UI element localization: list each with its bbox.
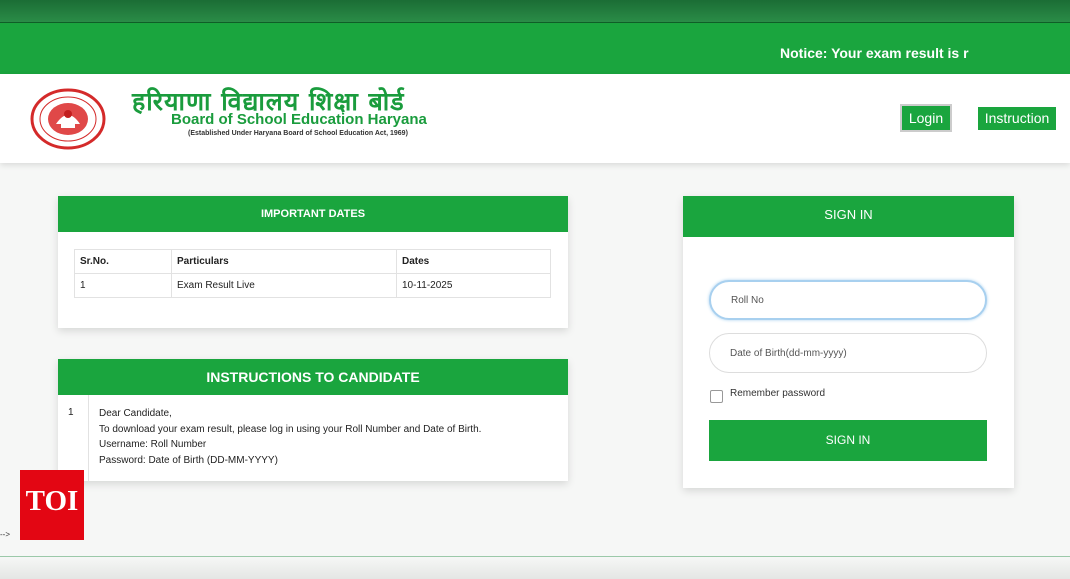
english-board-title: Board of School Education Haryana: [171, 111, 427, 128]
instruction-line: Password: Date of Birth (DD-MM-YYYY): [99, 454, 278, 466]
site-header: हरियाणा विद्यालय शिक्षा बोर्ड Board of S…: [0, 74, 1070, 163]
login-button[interactable]: Login: [900, 104, 952, 132]
signin-card: SIGN IN Remember password SIGN IN: [683, 196, 1014, 488]
stray-comment-text: -->: [0, 530, 10, 539]
notice-marquee-text: Notice: Your exam result is r: [780, 45, 969, 61]
column-header-particulars: Particulars: [171, 249, 397, 274]
table-row: 1 Exam Result Live 10-11-2025: [74, 273, 551, 298]
notice-bar: Notice: Your exam result is r: [0, 22, 1070, 74]
instruction-number: 1: [58, 395, 89, 481]
cell-particular: Exam Result Live: [171, 273, 397, 298]
remember-password-label: Remember password: [730, 388, 826, 399]
instruction-line: To download your exam result, please log…: [99, 423, 482, 435]
toi-watermark-logo: TOI: [20, 470, 84, 540]
instructions-title: INSTRUCTIONS TO CANDIDATE: [58, 359, 568, 395]
top-strip: [0, 0, 1070, 22]
cell-date: 10-11-2025: [396, 273, 551, 298]
important-dates-table: Sr.No. Particulars Dates 1 Exam Result L…: [74, 249, 551, 298]
instructions-card: INSTRUCTIONS TO CANDIDATE 1 Dear Candida…: [58, 359, 568, 481]
instruction-line: Dear Candidate,: [99, 408, 172, 419]
bseh-seal-logo-icon: [30, 88, 106, 150]
cell-srno: 1: [74, 273, 172, 298]
signin-button[interactable]: SIGN IN: [709, 420, 987, 461]
column-header-srno: Sr.No.: [74, 249, 172, 274]
instruction-line: Username: Roll Number: [99, 439, 207, 450]
instruction-text: Dear Candidate, To download your exam re…: [99, 406, 481, 468]
table-header-row: Sr.No. Particulars Dates: [74, 249, 551, 274]
roll-no-input[interactable]: [709, 280, 987, 320]
important-dates-title: IMPORTANT DATES: [58, 196, 568, 232]
signin-title: SIGN IN: [683, 196, 1014, 237]
instruction-button[interactable]: Instruction: [978, 107, 1056, 130]
remember-password-checkbox[interactable]: [710, 390, 723, 403]
board-subtitle: (Established Under Haryana Board of Scho…: [188, 130, 408, 137]
footer: [0, 557, 1070, 579]
important-dates-card: IMPORTANT DATES Sr.No. Particulars Dates…: [58, 196, 568, 328]
dob-input[interactable]: [709, 333, 987, 373]
column-header-dates: Dates: [396, 249, 551, 274]
